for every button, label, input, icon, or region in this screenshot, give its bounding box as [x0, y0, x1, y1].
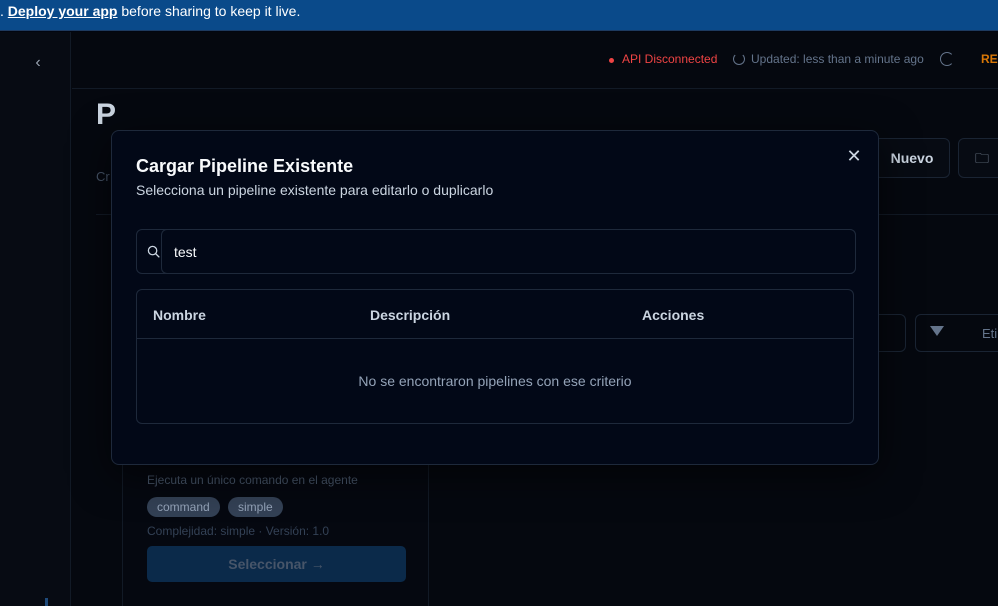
column-description: Descripción [370, 307, 451, 323]
deploy-banner: . Deploy your app before sharing to keep… [0, 0, 998, 31]
sync-icon [733, 53, 745, 65]
folder-icon[interactable]: 🗀 [958, 138, 998, 178]
left-sidebar: ‹ [0, 32, 71, 606]
updated-status: Updated: less than a minute ago [751, 52, 924, 66]
refresh-icon[interactable] [940, 52, 954, 66]
api-status: API Disconnected [622, 52, 718, 66]
search-icon [147, 245, 160, 258]
filter-icon [930, 326, 944, 340]
arrow-right-icon: → [310, 556, 325, 572]
new-button[interactable]: Nuevo [874, 138, 950, 178]
column-name: Nombre [153, 307, 206, 323]
table-header: Nombre Descripción Acciones [137, 290, 853, 339]
dialog-subtitle: Selecciona un pipeline existente para ed… [136, 182, 494, 198]
app-header: API Disconnected Updated: less than a mi… [72, 32, 998, 89]
card-meta: Complejidad: simple · Versión: 1.0 [147, 524, 330, 538]
search-box [136, 229, 856, 274]
filter-label: Eti [982, 326, 998, 341]
column-actions: Acciones [642, 307, 705, 323]
card-description: Ejecuta un único comando en el agente [147, 473, 358, 487]
tag-command: command [147, 497, 220, 517]
dialog-title: Cargar Pipeline Existente [136, 156, 354, 176]
close-icon[interactable]: ✕ [845, 147, 863, 165]
sidebar-accent [45, 598, 48, 606]
ready-badge: REA [981, 52, 998, 66]
status-dot-icon [609, 58, 614, 63]
tag-simple: simple [228, 497, 283, 517]
empty-state-message: No se encontraron pipelines con ese crit… [358, 373, 632, 389]
load-pipeline-dialog: Cargar Pipeline Existente Selecciona un … [111, 130, 879, 465]
select-button[interactable]: Seleccionar → [147, 546, 406, 582]
page-subtitle: Cr [96, 169, 110, 184]
page-title: P [96, 98, 117, 131]
search-input[interactable] [161, 229, 856, 274]
pipelines-table: Nombre Descripción Acciones No se encont… [136, 289, 854, 424]
tag-filter[interactable]: Eti [915, 314, 998, 352]
deploy-link[interactable]: Deploy your app [8, 3, 118, 19]
chevron-left-icon[interactable]: ‹ [28, 54, 48, 74]
select-button-label: Seleccionar [228, 556, 307, 572]
banner-suffix: before sharing to keep it live. [117, 3, 301, 19]
banner-prefix: . [0, 3, 8, 19]
